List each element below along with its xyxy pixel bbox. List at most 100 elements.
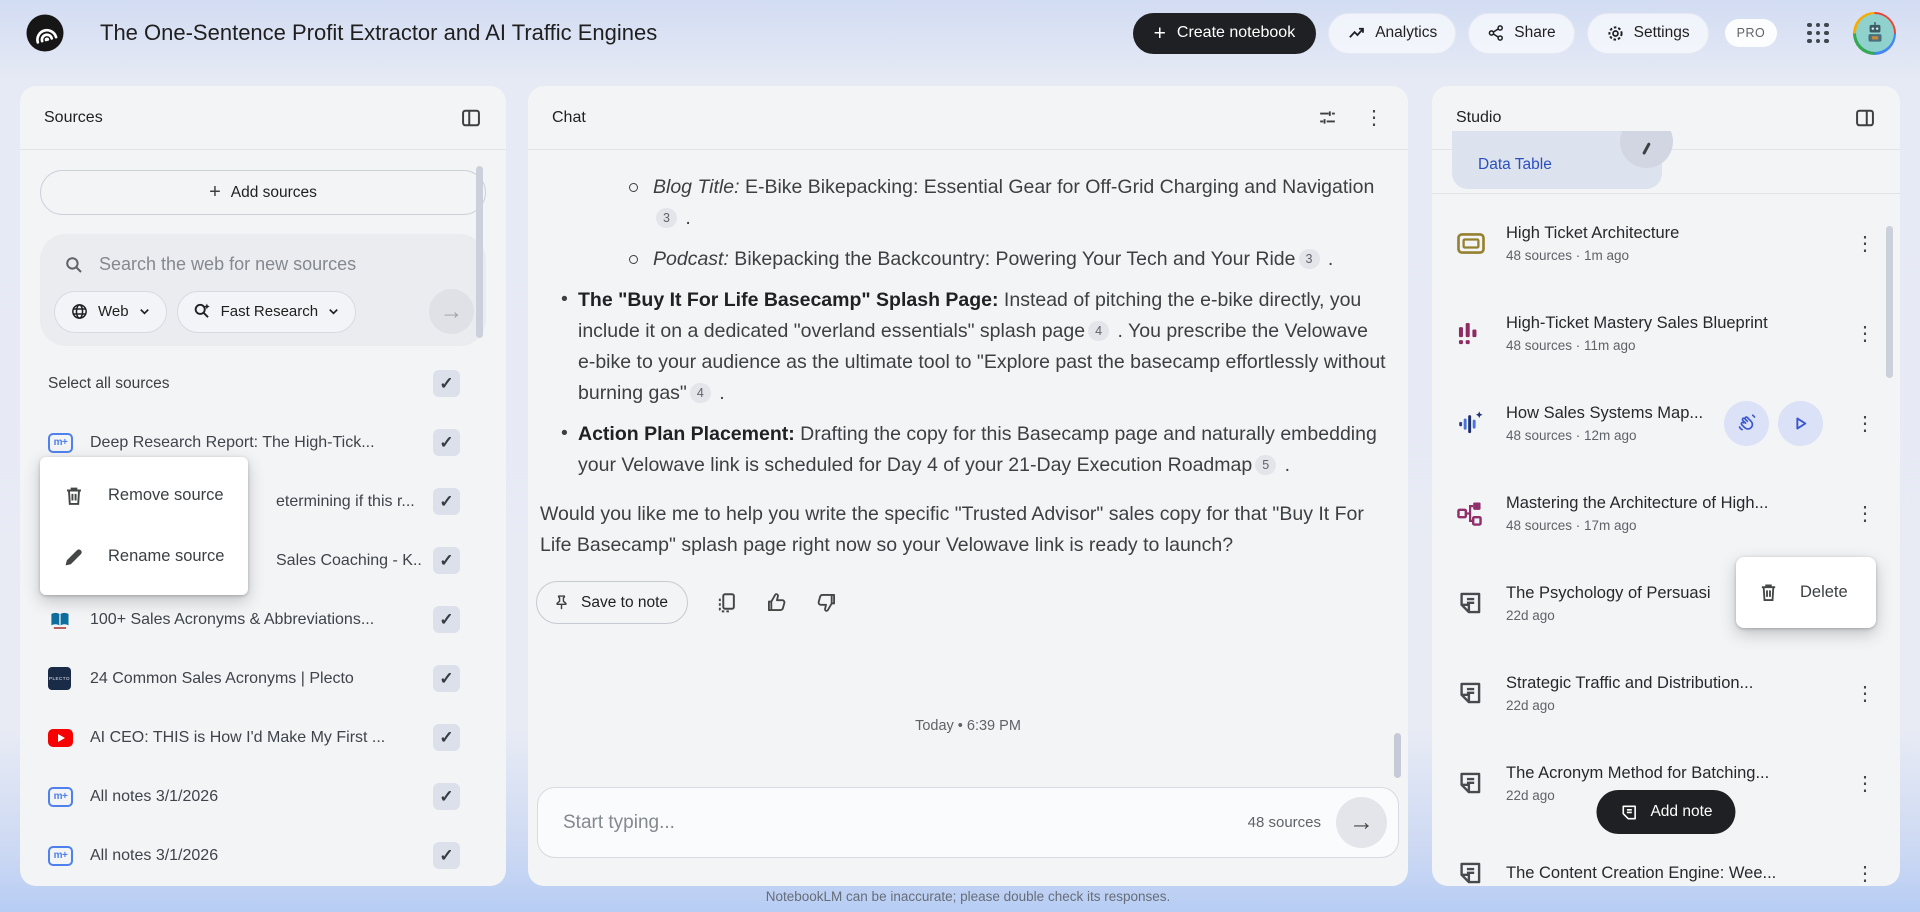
copy-icon[interactable] [715, 591, 738, 614]
share-button[interactable]: Share [1468, 13, 1574, 54]
chat-input[interactable] [563, 812, 1238, 834]
google-apps-grid-button[interactable] [1807, 23, 1829, 44]
source-count-label: 48 sources [1248, 814, 1321, 831]
more-options-button[interactable]: ⋮ [1852, 321, 1878, 346]
studio-item-row[interactable]: The Content Creation Engine: Wee... ⋮ [1432, 828, 1900, 886]
chat-settings-icon[interactable] [1317, 107, 1338, 128]
sources-panel-header: Sources [20, 86, 506, 150]
source-checkbox[interactable] [433, 547, 460, 574]
studio-item-meta: 22d ago [1506, 698, 1840, 713]
source-checkbox[interactable] [433, 783, 460, 810]
remove-source-menu-item[interactable]: Remove source [40, 465, 248, 526]
source-context-menu: Remove source Rename source [40, 457, 248, 595]
add-note-button[interactable]: Add note [1596, 790, 1735, 834]
save-to-note-button[interactable]: Save to note [536, 581, 688, 624]
studio-item-row[interactable]: High Ticket Architecture 48 sources · 1m… [1432, 198, 1900, 288]
citation-chip[interactable]: 5 [1255, 455, 1276, 475]
source-checkbox[interactable] [433, 429, 460, 456]
source-checkbox[interactable] [433, 724, 460, 751]
robot-avatar-image [1856, 14, 1894, 52]
globe-icon [70, 302, 89, 321]
source-row[interactable]: All notes 3/1/2026 [20, 826, 506, 885]
notebooklm-logo-icon[interactable] [26, 14, 64, 52]
more-options-button[interactable]: ⋮ [1852, 501, 1878, 526]
send-message-button[interactable]: → [1336, 797, 1387, 848]
submit-search-button[interactable]: → [429, 289, 474, 334]
studio-item-row[interactable]: Strategic Traffic and Distribution... 22… [1432, 648, 1900, 738]
analytics-button[interactable]: Analytics [1328, 13, 1456, 54]
plus-icon: + [1154, 23, 1166, 44]
collapse-panel-icon[interactable] [460, 107, 482, 129]
search-input[interactable]: Search the web for new sources [99, 254, 356, 275]
more-options-button[interactable]: ⋮ [1852, 411, 1878, 436]
more-options-button[interactable]: ⋮ [1852, 681, 1878, 706]
note-icon [1456, 679, 1484, 707]
studio-type-icon [1456, 769, 1492, 797]
citation-chip[interactable]: 4 [1088, 321, 1109, 341]
studio-item-text: The Content Creation Engine: Wee... [1506, 864, 1840, 883]
chat-more-options-icon[interactable]: ⋮ [1364, 105, 1384, 130]
more-options-button[interactable]: ⋮ [1852, 771, 1878, 796]
chat-panel: Chat ⋮ Blog Title: E-Bike Bikepacking: E… [528, 86, 1408, 886]
studio-item-meta: 48 sources · 1m ago [1506, 248, 1840, 263]
audio-waveform-icon [1456, 410, 1486, 437]
trending-up-icon [1347, 24, 1366, 43]
share-icon [1487, 24, 1505, 42]
source-checkbox[interactable] [433, 842, 460, 869]
source-title: All notes 3/1/2026 [90, 788, 218, 806]
play-audio-button[interactable] [1778, 401, 1823, 446]
studio-item-row[interactable]: Mastering the Architecture of High... 48… [1432, 468, 1900, 558]
scrollbar-thumb[interactable] [1886, 226, 1893, 378]
plecto-logo-icon [48, 667, 71, 690]
more-options-button[interactable]: ⋮ [1852, 231, 1878, 256]
source-checkbox[interactable] [433, 606, 460, 633]
source-title: 24 Common Sales Acronyms | Plecto [90, 670, 354, 688]
studio-panel-title: Studio [1456, 109, 1501, 127]
arrow-right-icon: → [1349, 808, 1374, 837]
studio-type-icon [1456, 679, 1492, 707]
settings-button[interactable]: Settings [1587, 13, 1709, 54]
chat-text-block: Podcast: Bikepacking the Backcountry: Po… [540, 244, 1386, 275]
add-sources-button[interactable]: + Add sources [40, 170, 486, 215]
search-row[interactable]: Search the web for new sources [54, 246, 474, 289]
interactive-mode-button[interactable] [1724, 401, 1769, 446]
studio-item-row[interactable]: High-Ticket Mastery Sales Blueprint 48 s… [1432, 288, 1900, 378]
source-row[interactable]: All notes 3/1/2026 [20, 767, 506, 826]
select-all-checkbox[interactable] [433, 370, 460, 397]
studio-item-text: Mastering the Architecture of High... 48… [1506, 494, 1840, 533]
trash-icon [62, 484, 86, 508]
studio-context-menu[interactable]: Delete [1736, 557, 1876, 628]
citation-chip[interactable]: 3 [656, 208, 677, 228]
studio-item-title: The Content Creation Engine: Wee... [1506, 864, 1840, 883]
web-filter-dropdown[interactable]: Web [54, 291, 167, 333]
research-mode-dropdown[interactable]: Fast Research [177, 291, 357, 333]
source-checkbox[interactable] [433, 488, 460, 515]
source-row[interactable]: 100+ Sales Acronyms & Abbreviations... [20, 590, 506, 649]
delete-menu-item[interactable]: Delete [1800, 583, 1848, 602]
scrollbar-thumb[interactable] [1394, 733, 1401, 778]
more-options-button[interactable]: ⋮ [1852, 861, 1878, 886]
note-source-icon [48, 433, 73, 453]
studio-item-text: High-Ticket Mastery Sales Blueprint 48 s… [1506, 314, 1840, 353]
notebook-title[interactable]: The One-Sentence Profit Extractor and AI… [100, 20, 1133, 46]
citation-chip[interactable]: 4 [690, 383, 711, 403]
source-checkbox[interactable] [433, 665, 460, 692]
create-notebook-button[interactable]: + Create notebook [1133, 13, 1317, 54]
expand-panel-icon[interactable] [1854, 107, 1876, 129]
thumbs-up-icon[interactable] [765, 591, 788, 614]
book-source-icon [48, 610, 73, 630]
rename-source-menu-item[interactable]: Rename source [40, 526, 248, 587]
note-icon [1456, 859, 1484, 886]
thumbs-down-icon[interactable] [815, 591, 838, 614]
sources-panel-title: Sources [44, 109, 103, 127]
studio-item-title: Mastering the Architecture of High... [1506, 494, 1840, 513]
scrollbar-thumb[interactable] [476, 166, 483, 338]
note-add-icon [1619, 803, 1638, 822]
source-row[interactable]: 24 Common Sales Acronyms | Plecto [20, 649, 506, 708]
user-avatar[interactable] [1853, 12, 1896, 55]
search-icon [64, 255, 84, 275]
source-row[interactable]: AI CEO: THIS is How I'd Make My First ..… [20, 708, 506, 767]
pro-badge: PRO [1725, 19, 1778, 47]
studio-item-row[interactable]: How Sales Systems Map... 48 sources · 12… [1432, 378, 1900, 468]
citation-chip[interactable]: 3 [1299, 249, 1320, 269]
